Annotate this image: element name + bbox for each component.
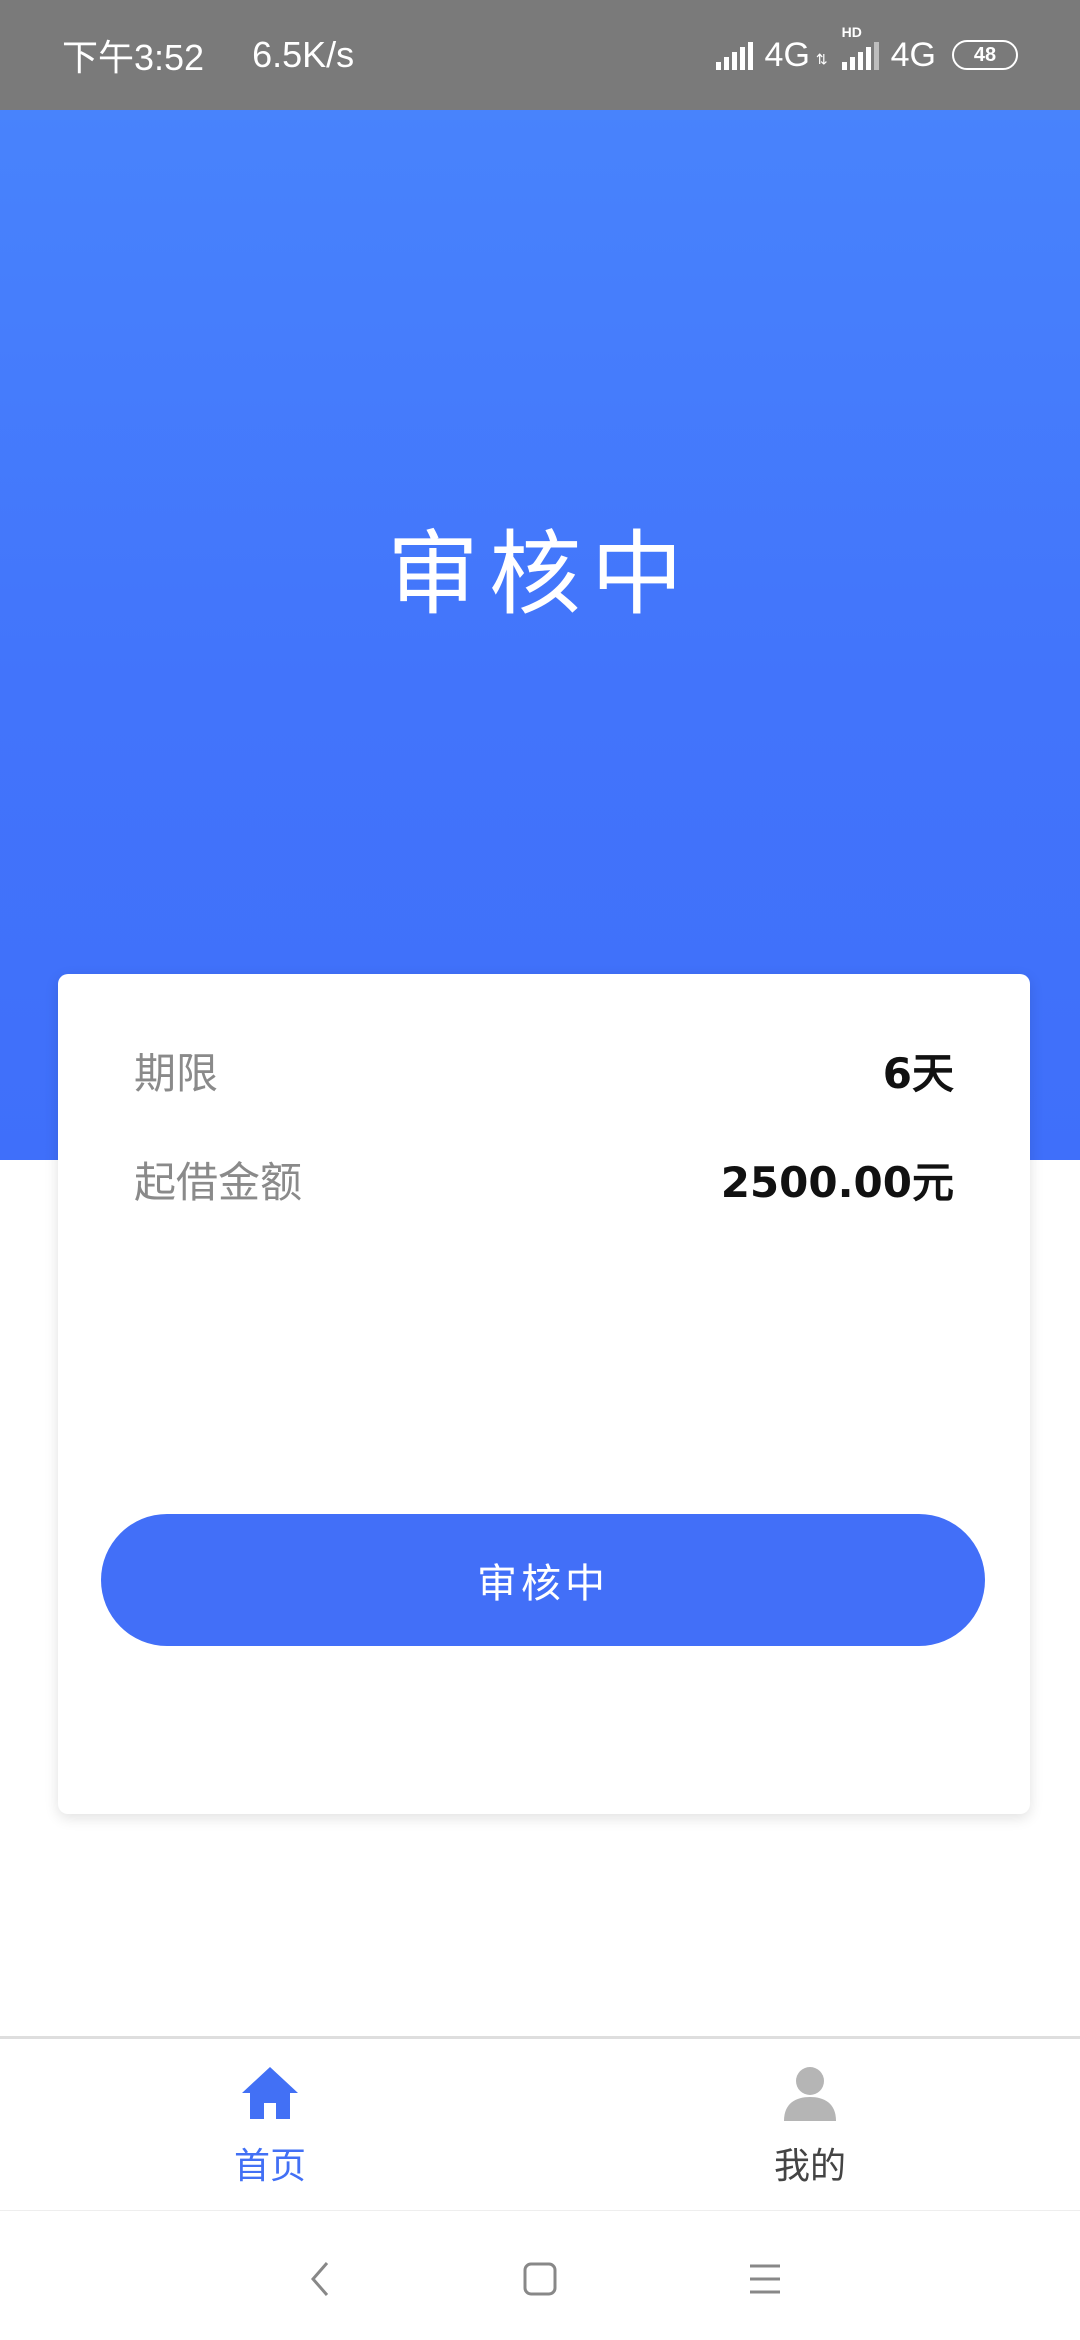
amount-value: 2500.00元 bbox=[720, 1158, 954, 1207]
status-bar: 下午3:52 6.5K/s 4G ⇅ HD 4G 48 bbox=[0, 0, 1080, 110]
status-right: 4G ⇅ HD 4G 48 bbox=[715, 24, 1018, 75]
amount-row: 起借金额 2500.00元 bbox=[134, 1149, 954, 1210]
menu-icon bbox=[750, 2264, 780, 2294]
back-icon bbox=[311, 2262, 329, 2296]
signal-icon bbox=[715, 40, 753, 70]
loan-info-card: 期限 6天 起借金额 2500.00元 审核中 bbox=[58, 974, 1030, 1814]
network-speed: 6.5K/s bbox=[252, 34, 355, 75]
term-label: 期限 bbox=[134, 1049, 219, 1098]
status-left: 下午3:52 6.5K/s bbox=[62, 29, 354, 81]
status-time: 下午3:52 bbox=[62, 37, 205, 78]
tab-mine[interactable]: 我的 bbox=[540, 2039, 1080, 2210]
status-title: 审核中 bbox=[386, 521, 693, 628]
signal-hd-icon: HD bbox=[841, 24, 879, 70]
amount-label: 起借金额 bbox=[134, 1158, 303, 1207]
network-type-2: 4G bbox=[890, 35, 936, 74]
battery-level: 48 bbox=[973, 43, 997, 66]
review-status-button[interactable]: 审核中 bbox=[101, 1514, 985, 1646]
bottom-tab-bar: 首页 我的 bbox=[0, 2036, 1080, 2210]
home-icon bbox=[242, 2067, 298, 2119]
home-button[interactable] bbox=[510, 2249, 570, 2309]
tab-mine-label: 我的 bbox=[773, 2146, 846, 2187]
back-button[interactable] bbox=[290, 2249, 350, 2309]
system-nav-bar bbox=[0, 2210, 1080, 2340]
network-type-1: 4G bbox=[764, 35, 810, 74]
person-icon bbox=[784, 2067, 836, 2121]
hd-label: HD bbox=[841, 24, 862, 40]
tab-home[interactable]: 首页 bbox=[0, 2039, 540, 2210]
tab-home-label: 首页 bbox=[233, 2146, 306, 2187]
term-value: 6天 bbox=[882, 1049, 954, 1098]
menu-button[interactable] bbox=[735, 2249, 795, 2309]
battery-icon: 48 bbox=[952, 40, 1018, 70]
data-activity-icon: ⇅ bbox=[815, 50, 828, 67]
home-square-icon bbox=[523, 2262, 557, 2296]
term-row: 期限 6天 bbox=[134, 1040, 954, 1101]
